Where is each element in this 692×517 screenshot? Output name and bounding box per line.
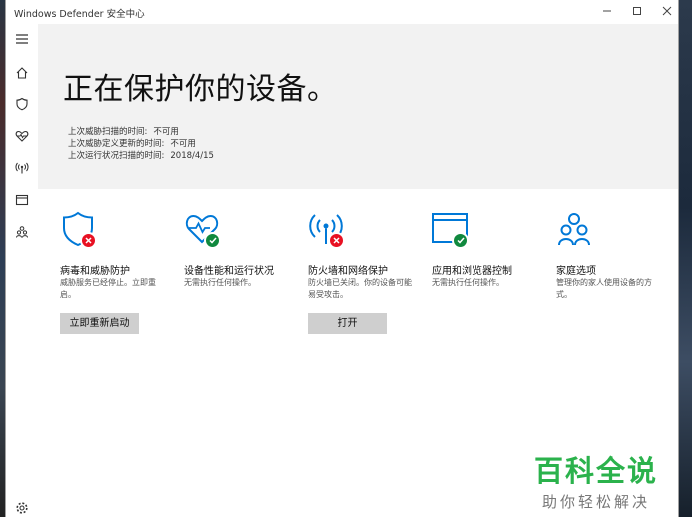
restart-now-button[interactable]: 立即重新启动 — [60, 313, 139, 334]
status-line-threat-scan: 上次威胁扫描的时间: 不可用 — [68, 125, 179, 137]
tile-icon-wrapper — [432, 210, 472, 250]
tile-icon-wrapper — [308, 210, 348, 250]
status-label: 上次威胁定义更新的时间: — [68, 139, 165, 149]
ok-badge — [204, 232, 221, 249]
sidebar — [6, 24, 38, 517]
tile-title: 防火墙和网络保护 — [308, 266, 388, 277]
tile-description: 无需执行任何操作。 — [432, 278, 504, 287]
settings-button[interactable] — [12, 498, 32, 517]
status-label: 上次威胁扫描的时间: — [68, 127, 148, 137]
wifi-antenna-icon — [15, 162, 29, 174]
tile-virus-threat-protection[interactable]: 病毒和威胁防护 威胁服务已经停止。立即重启。 立即重新启动 — [60, 210, 160, 334]
tile-description: 防火墙已关闭。你的设备可能易受攻击。 — [308, 278, 412, 299]
desktop-background-right — [678, 0, 692, 517]
status-line-definition-update: 上次威胁定义更新的时间: 不可用 — [68, 137, 196, 149]
hero-banner: 正在保护你的设备。 上次威胁扫描的时间: 不可用 上次威胁定义更新的时间: 不可用 … — [38, 24, 678, 189]
tile-title: 应用和浏览器控制 — [432, 266, 512, 277]
sidebar-item-app-browser[interactable] — [12, 190, 32, 210]
tile-family-options[interactable]: 家庭选项 管理你的家人使用设备的方式。 — [556, 210, 656, 299]
close-button[interactable] — [652, 2, 678, 22]
gear-icon — [16, 502, 28, 514]
watermark-subtitle: 助你轻松解决 — [542, 493, 651, 511]
tile-title: 家庭选项 — [556, 266, 596, 277]
error-badge — [328, 232, 345, 249]
window-title: Windows Defender 安全中心 — [14, 9, 145, 20]
sidebar-item-family[interactable] — [12, 222, 32, 242]
home-icon — [16, 67, 28, 79]
status-value: 不可用 — [170, 139, 196, 149]
x-mark-icon — [333, 237, 340, 244]
sidebar-item-firewall[interactable] — [12, 158, 32, 178]
watermark-title: 百科全说 — [534, 454, 659, 488]
tile-description: 威胁服务已经停止。立即重启。 — [60, 278, 156, 299]
family-icon — [558, 213, 590, 246]
turn-on-button[interactable]: 打开 — [308, 313, 387, 334]
tile-app-browser-control[interactable]: 应用和浏览器控制 无需执行任何操作。 — [432, 210, 532, 287]
maximize-icon — [633, 7, 641, 15]
checkmark-icon — [456, 237, 465, 244]
title-bar: Windows Defender 安全中心 — [6, 0, 678, 24]
status-label: 上次运行状况扫描的时间: — [68, 151, 165, 161]
x-mark-icon — [85, 237, 92, 244]
maximize-button[interactable] — [622, 2, 652, 22]
heart-pulse-icon — [15, 130, 29, 142]
main-content: 正在保护你的设备。 上次威胁扫描的时间: 不可用 上次威胁定义更新的时间: 不可用 … — [38, 24, 678, 517]
tile-title: 设备性能和运行状况 — [184, 266, 274, 277]
checkmark-icon — [208, 237, 217, 244]
browser-window-icon — [15, 194, 29, 206]
shield-icon — [16, 97, 28, 111]
tile-device-health[interactable]: 设备性能和运行状况 无需执行任何操作。 — [184, 210, 284, 287]
close-icon — [662, 6, 672, 16]
status-value: 2018/4/15 — [170, 151, 214, 161]
tile-icon-wrapper — [556, 210, 596, 250]
tile-firewall-network[interactable]: 防火墙和网络保护 防火墙已关闭。你的设备可能易受攻击。 打开 — [308, 210, 412, 334]
tile-description: 无需执行任何操作。 — [184, 278, 256, 287]
sidebar-item-home[interactable] — [12, 63, 32, 83]
minimize-icon — [603, 10, 611, 12]
family-icon — [16, 226, 28, 238]
status-line-health-scan: 上次运行状况扫描的时间: 2018/4/15 — [68, 149, 214, 161]
sidebar-item-virus-protection[interactable] — [12, 94, 32, 114]
menu-icon — [16, 34, 28, 44]
tile-icon-wrapper — [60, 210, 100, 250]
watermark: 百科全说 助你轻松解决 — [534, 448, 678, 512]
minimize-button[interactable] — [592, 2, 622, 22]
error-badge — [80, 232, 97, 249]
menu-button[interactable] — [12, 29, 32, 49]
tile-description: 管理你的家人使用设备的方式。 — [556, 278, 652, 299]
defender-window: Windows Defender 安全中心 正在保护你的设备。 上次威胁扫描的时… — [6, 0, 678, 517]
sidebar-item-device-health[interactable] — [12, 126, 32, 146]
ok-badge — [452, 232, 469, 249]
status-value: 不可用 — [153, 127, 179, 137]
tile-title: 病毒和威胁防护 — [60, 266, 130, 277]
tile-icon-wrapper — [184, 210, 224, 250]
page-title: 正在保护你的设备。 — [63, 72, 338, 107]
